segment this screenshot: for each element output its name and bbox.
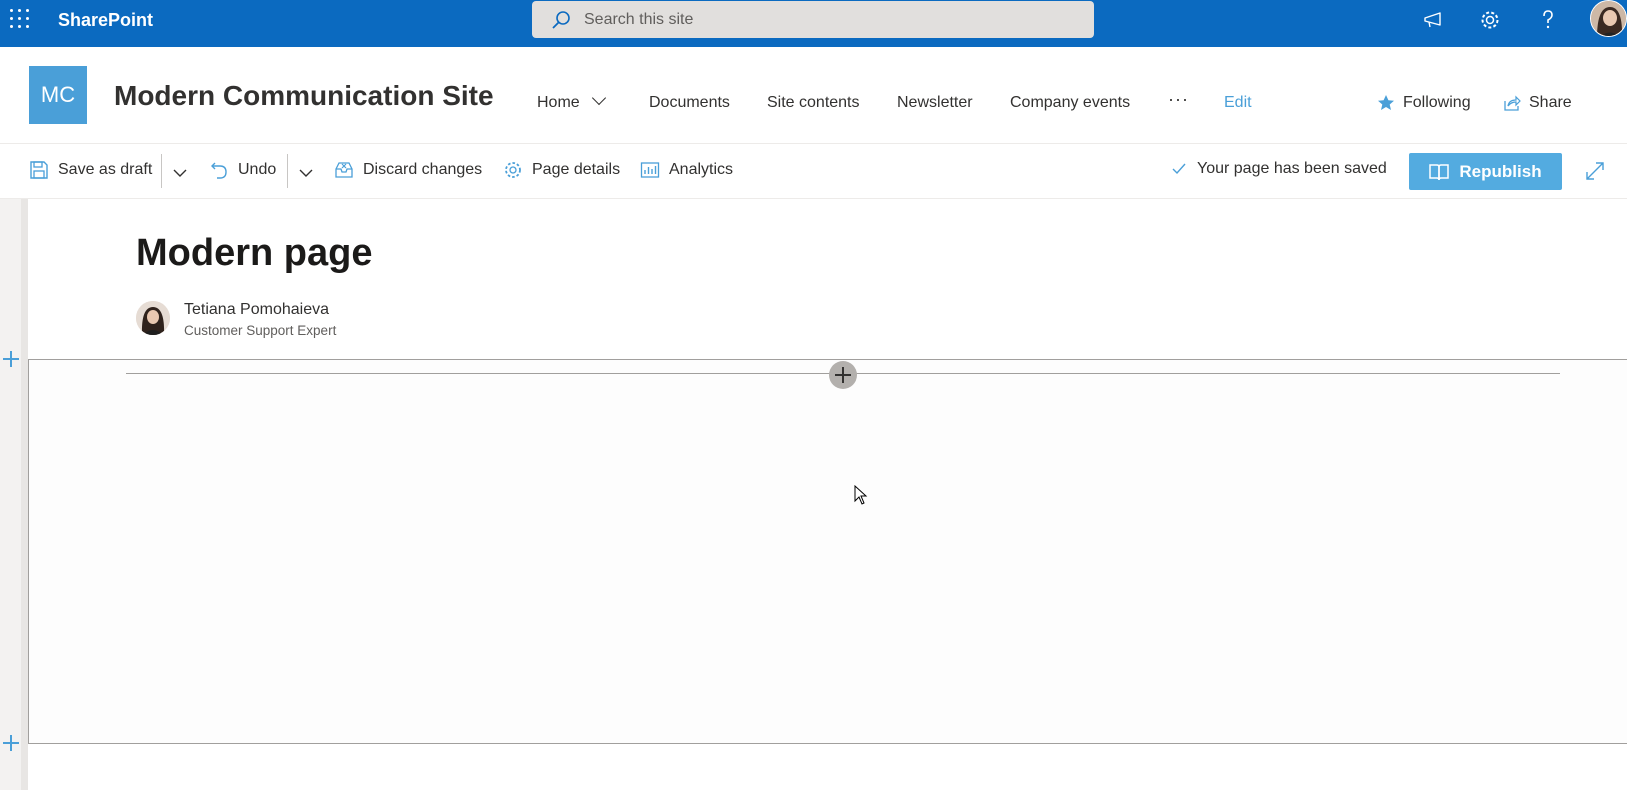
book-icon <box>1429 163 1450 180</box>
analytics-icon <box>640 162 660 178</box>
author-role: Customer Support Expert <box>184 323 337 338</box>
save-icon <box>30 161 48 179</box>
nav-home[interactable]: Home <box>537 90 606 112</box>
nav-more-button[interactable]: ··· <box>1168 89 1189 110</box>
share-label: Share <box>1529 94 1572 111</box>
nav-documents[interactable]: Documents <box>649 94 730 112</box>
following-button[interactable]: Following <box>1377 94 1471 112</box>
republish-label: Republish <box>1459 161 1542 181</box>
search-icon <box>552 11 570 29</box>
author-name[interactable]: Tetiana Pomohaieva <box>184 301 329 319</box>
save-as-draft-label: Save as draft <box>58 161 153 178</box>
chevron-down-icon <box>591 90 606 106</box>
following-label: Following <box>1403 94 1471 111</box>
user-avatar[interactable] <box>1590 0 1627 37</box>
gear-icon <box>505 162 521 178</box>
author-avatar <box>136 301 170 335</box>
search-box[interactable] <box>532 1 1094 38</box>
page-section[interactable] <box>28 359 1627 744</box>
undo-label: Undo <box>238 161 277 178</box>
analytics-button[interactable]: Analytics <box>640 160 733 180</box>
star-icon <box>1378 95 1394 110</box>
page-title[interactable]: Modern page <box>136 232 372 275</box>
nav-newsletter[interactable]: Newsletter <box>897 94 973 112</box>
share-icon <box>1504 95 1521 111</box>
mouse-cursor-icon <box>854 485 868 505</box>
save-options-chevron-down-icon[interactable] <box>170 163 190 183</box>
undo-icon <box>211 162 227 179</box>
app-launcher-waffle-icon[interactable] <box>10 9 30 29</box>
checkmark-icon <box>1172 163 1186 175</box>
expand-icon[interactable] <box>1584 160 1606 182</box>
add-web-part-plus-icon[interactable] <box>829 361 857 389</box>
discard-icon <box>335 162 353 178</box>
share-button[interactable]: Share <box>1503 94 1572 112</box>
undo-button[interactable]: Undo <box>209 160 276 180</box>
user-photo-icon <box>1591 1 1626 36</box>
nav-edit-link[interactable]: Edit <box>1224 94 1252 112</box>
save-status: Your page has been saved <box>1171 160 1387 178</box>
search-input[interactable] <box>584 9 1064 31</box>
site-title[interactable]: Modern Communication Site <box>114 80 494 112</box>
republish-button[interactable]: Republish <box>1409 153 1562 190</box>
save-as-draft-button[interactable]: Save as draft <box>29 160 152 180</box>
page-command-bar: Save as draft Undo Discard changes Page … <box>0 144 1627 199</box>
add-section-plus-icon[interactable] <box>2 350 20 368</box>
divider <box>161 154 162 188</box>
gear-icon[interactable] <box>1478 8 1502 32</box>
save-status-text: Your page has been saved <box>1197 160 1387 177</box>
page-details-label: Page details <box>532 161 621 178</box>
help-icon[interactable] <box>1536 8 1560 32</box>
nav-home-label: Home <box>537 94 580 111</box>
undo-options-chevron-down-icon[interactable] <box>296 163 316 183</box>
discard-changes-button[interactable]: Discard changes <box>334 160 482 180</box>
nav-site-contents[interactable]: Site contents <box>767 94 860 112</box>
analytics-label: Analytics <box>669 161 734 178</box>
add-section-plus-icon[interactable] <box>2 734 20 752</box>
megaphone-icon[interactable] <box>1422 8 1446 32</box>
page-details-button[interactable]: Page details <box>503 160 620 180</box>
site-header: MC Modern Communication Site Home Docume… <box>0 47 1627 144</box>
divider <box>287 154 288 188</box>
site-logo[interactable]: MC <box>29 66 87 124</box>
left-rail <box>0 199 28 790</box>
nav-company-events[interactable]: Company events <box>1010 94 1130 112</box>
discard-changes-label: Discard changes <box>363 161 483 178</box>
app-name[interactable]: SharePoint <box>58 10 153 31</box>
suite-bar: SharePoint <box>0 0 1627 47</box>
author-photo-icon <box>136 301 170 335</box>
